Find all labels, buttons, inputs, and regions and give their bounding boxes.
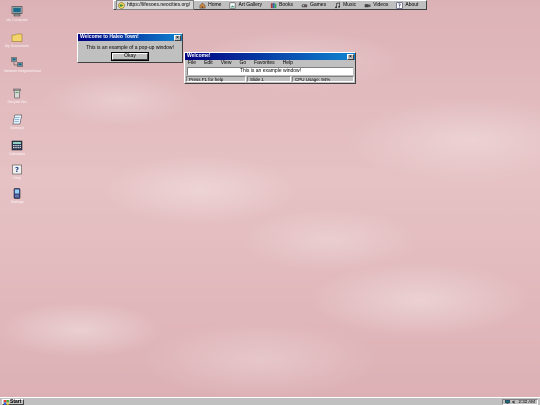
desktop-icon-my-computer[interactable]: My Computer <box>4 6 30 22</box>
example-window-titlebar[interactable]: Welcome! × <box>185 53 355 60</box>
popup-titlebar[interactable]: Welcome to Haleo Town! × <box>78 34 182 41</box>
menu-bar: File Edit View Go Favorites Help <box>185 60 355 66</box>
taskbar: Start 2:32 AM <box>0 397 540 405</box>
video-camera-icon <box>364 3 371 7</box>
example-window-close-button[interactable]: × <box>347 53 354 60</box>
window-content-text: This is an example window! <box>187 67 353 75</box>
desktop-icon-label: Calculator <box>8 152 26 156</box>
nav-games-label: Games <box>309 2 327 8</box>
svg-text:?: ? <box>15 166 19 174</box>
nav-books[interactable]: Books <box>267 1 296 9</box>
nav-art-gallery[interactable]: Art Gallery <box>226 1 265 9</box>
gamepad-icon <box>301 3 308 7</box>
example-window-title: Welcome! <box>187 53 211 59</box>
desktop-icon-notepad[interactable]: Notepad <box>4 114 30 130</box>
desktop-icon-my-documents[interactable]: My Documents <box>4 32 30 48</box>
desktop-icon-label: My Computer <box>6 18 28 22</box>
menu-edit[interactable]: Edit <box>204 60 213 66</box>
nav-home-label: Home <box>208 2 222 8</box>
popup-message: This is an example of a pop-up window! <box>86 45 174 51</box>
desktop-icon-network[interactable]: Network Neighborhood <box>4 57 41 73</box>
nav-art-gallery-label: Art Gallery <box>238 2 263 8</box>
info-icon: ? <box>396 1 403 9</box>
desktop-icon-label: Notepad <box>10 126 24 130</box>
popup-ok-button[interactable]: Okay <box>111 52 149 61</box>
desktop-icon-settings[interactable]: Settings <box>4 188 30 204</box>
phone-icon <box>13 188 21 199</box>
desktop-icon-calculator[interactable]: Calculator <box>4 140 30 156</box>
menu-go[interactable]: Go <box>239 60 246 66</box>
recycle-bin-icon <box>13 88 21 99</box>
nav-about[interactable]: ? About <box>393 1 421 9</box>
folder-icon <box>11 33 23 42</box>
clock[interactable]: 2:32 AM <box>518 399 535 404</box>
desktop-icon-label: Help <box>13 176 21 180</box>
system-tray: 2:32 AM <box>502 399 538 405</box>
help-icon: ? <box>12 164 22 175</box>
nav-about-label: About <box>405 2 419 8</box>
nav-games[interactable]: Games <box>298 1 329 9</box>
nav-videos[interactable]: Videos <box>361 1 391 9</box>
url-text: https://lifesoes.neocities.org/ <box>127 2 191 8</box>
notepad-icon <box>12 114 23 125</box>
status-help-text: Press F1 for help <box>186 76 246 82</box>
nav-home[interactable]: Home <box>196 1 224 9</box>
svg-text:?: ? <box>398 3 401 8</box>
nav-videos-label: Videos <box>373 2 389 8</box>
music-note-icon <box>335 2 341 8</box>
menu-help[interactable]: Help <box>283 60 293 66</box>
desktop-icon-label: My Documents <box>5 44 29 48</box>
desktop-icon-recycle-bin[interactable]: Recycle Bin <box>4 88 30 104</box>
nav-music[interactable]: Music <box>331 1 359 9</box>
desktop-icon-label: Settings <box>10 200 24 204</box>
art-icon <box>230 2 236 8</box>
speaker-icon[interactable] <box>512 400 516 404</box>
nav-music-label: Music <box>343 2 357 8</box>
menu-file[interactable]: File <box>188 60 196 66</box>
menu-view[interactable]: View <box>221 60 232 66</box>
network-icon <box>11 57 23 67</box>
desktop-icon-label: Recycle Bin <box>7 100 27 104</box>
popup-title: Welcome to Haleo Town! <box>80 34 139 40</box>
computer-icon <box>11 6 23 17</box>
popup-window: Welcome to Haleo Town! × This is an exam… <box>77 33 183 63</box>
status-cpu-usage: CPU Usage: 94% <box>292 76 354 82</box>
status-bar: Press F1 for help Slide 1 CPU Usage: 94% <box>185 76 355 82</box>
menu-favorites[interactable]: Favorites <box>254 60 275 66</box>
popup-close-button[interactable]: × <box>174 34 181 41</box>
calculator-icon <box>11 140 23 151</box>
globe-icon <box>118 1 125 9</box>
monitor-icon[interactable] <box>505 400 511 404</box>
example-window: Welcome! × File Edit View Go Favorites H… <box>184 52 356 84</box>
desktop-icon-label: Network Neighborhood <box>4 69 41 73</box>
house-icon <box>199 2 206 8</box>
start-label: Start <box>10 399 22 405</box>
windows-logo-icon <box>4 399 9 405</box>
top-nav-bar: https://lifesoes.neocities.org/ Home Art… <box>113 0 427 10</box>
url-field[interactable]: https://lifesoes.neocities.org/ <box>116 0 195 10</box>
status-slide: Slide 1 <box>247 76 291 82</box>
start-button[interactable]: Start <box>2 399 24 405</box>
desktop-icon-help[interactable]: ? Help <box>4 164 30 180</box>
nav-books-label: Books <box>279 2 293 8</box>
books-icon <box>270 2 277 8</box>
